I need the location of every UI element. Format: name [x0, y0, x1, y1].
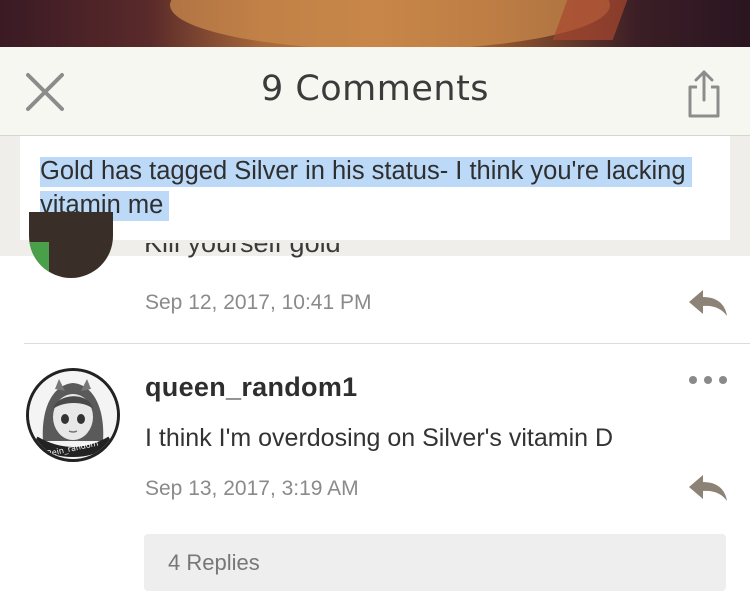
view-replies-button[interactable]: 4 Replies: [144, 534, 726, 591]
avatar[interactable]: [29, 212, 113, 278]
comment-text: Kill yourself gold: [144, 243, 341, 258]
comment-text: I think I'm overdosing on Silver's vitam…: [145, 424, 614, 452]
status-text[interactable]: Gold has tagged Silver in his status- I …: [40, 154, 714, 222]
more-dots-icon: [704, 376, 712, 384]
page-title: 9 Comments: [260, 69, 490, 109]
selected-status-text[interactable]: Gold has tagged Silver in his status- I …: [40, 157, 692, 221]
reply-icon: [689, 290, 727, 316]
status-card: Gold has tagged Silver in his status- I …: [20, 136, 730, 240]
comments-header: 9 Comments: [0, 47, 750, 136]
reply-icon: [689, 475, 727, 501]
reply-button[interactable]: [687, 473, 729, 503]
avatar[interactable]: Rein_random: [26, 368, 120, 462]
comment-divider: [24, 343, 750, 344]
more-options-button[interactable]: [688, 374, 728, 386]
share-button[interactable]: [686, 69, 722, 119]
reply-button[interactable]: [687, 288, 729, 318]
anime-girl-avatar-image: Rein_random: [29, 371, 117, 459]
comment-timestamp: Sep 12, 2017, 10:41 PM: [145, 291, 372, 314]
more-dots-icon: [689, 376, 697, 384]
more-dots-icon: [719, 376, 727, 384]
comment-username[interactable]: queen_random1: [145, 372, 357, 403]
replies-count-label: 4 Replies: [168, 550, 260, 575]
comment-timestamp: Sep 13, 2017, 3:19 AM: [145, 477, 359, 500]
share-icon: [688, 70, 720, 118]
